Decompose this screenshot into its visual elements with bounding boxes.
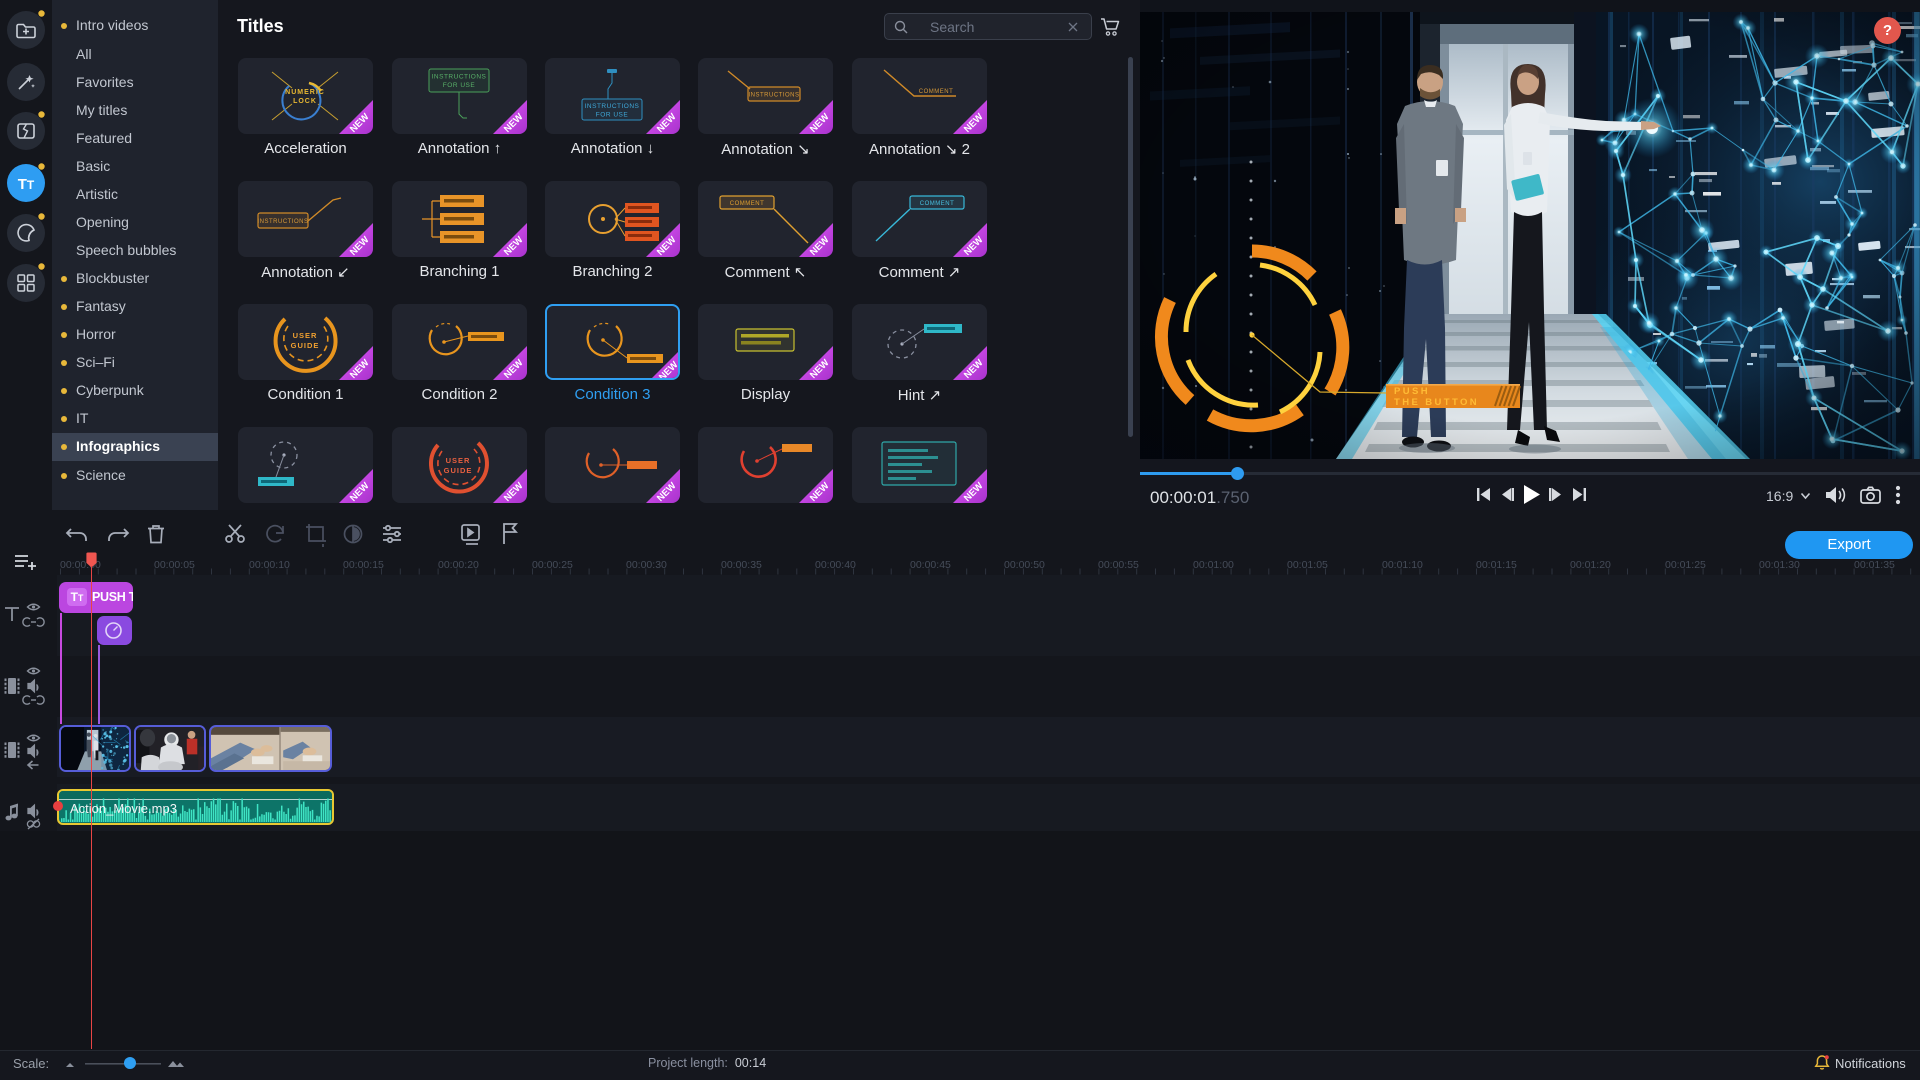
svg-text:NUMERIC: NUMERIC	[285, 89, 325, 96]
svg-text:LOCK: LOCK	[293, 98, 317, 105]
svg-text:00:00:25: 00:00:25	[532, 559, 573, 571]
svg-text:FOR USE: FOR USE	[596, 112, 629, 119]
svg-text:00:01:30: 00:01:30	[1759, 559, 1800, 571]
svg-text:00:00:45: 00:00:45	[910, 559, 951, 571]
svg-text:USER: USER	[293, 331, 318, 340]
svg-text:00:00:20: 00:00:20	[438, 559, 479, 571]
svg-text:00:01:15: 00:01:15	[1476, 559, 1517, 571]
svg-text:00:00:15: 00:00:15	[343, 559, 384, 571]
svg-text:00:00:55: 00:00:55	[1098, 559, 1139, 571]
svg-text:GUIDE: GUIDE	[444, 466, 473, 475]
svg-text:00:01:05: 00:01:05	[1287, 559, 1328, 571]
svg-text:PUSH: PUSH	[1394, 386, 1430, 397]
svg-text:00:01:25: 00:01:25	[1665, 559, 1706, 571]
svg-text:00:00:05: 00:00:05	[154, 559, 195, 571]
svg-text:00:01:10: 00:01:10	[1382, 559, 1423, 571]
svg-text:00:01:00: 00:01:00	[1193, 559, 1234, 571]
svg-text:00:01:35: 00:01:35	[1854, 559, 1895, 571]
svg-text:COMMENT: COMMENT	[730, 201, 765, 207]
svg-text:00:00:10: 00:00:10	[249, 559, 290, 571]
svg-text:GUIDE: GUIDE	[291, 341, 320, 350]
svg-text:00:00:30: 00:00:30	[626, 559, 667, 571]
svg-text:TT: TT	[18, 176, 35, 193]
svg-text:COMMENT: COMMENT	[920, 201, 955, 207]
svg-text:COMMENT: COMMENT	[919, 89, 954, 95]
svg-text:THE BUTTON: THE BUTTON	[1394, 397, 1479, 408]
svg-text:00:01:20: 00:01:20	[1570, 559, 1611, 571]
svg-text:00:00:35: 00:00:35	[721, 559, 762, 571]
svg-text:INSTRUCTIONS: INSTRUCTIONS	[258, 219, 309, 225]
svg-text:FOR USE: FOR USE	[443, 82, 476, 89]
svg-text:USER: USER	[446, 456, 471, 465]
svg-text:INSTRUCTIONS: INSTRUCTIONS	[749, 93, 800, 99]
svg-text:INSTRUCTIONS: INSTRUCTIONS	[432, 74, 487, 81]
svg-text:INSTRUCTIONS: INSTRUCTIONS	[585, 103, 640, 110]
svg-text:00:00:40: 00:00:40	[815, 559, 856, 571]
svg-text:00:00:50: 00:00:50	[1004, 559, 1045, 571]
